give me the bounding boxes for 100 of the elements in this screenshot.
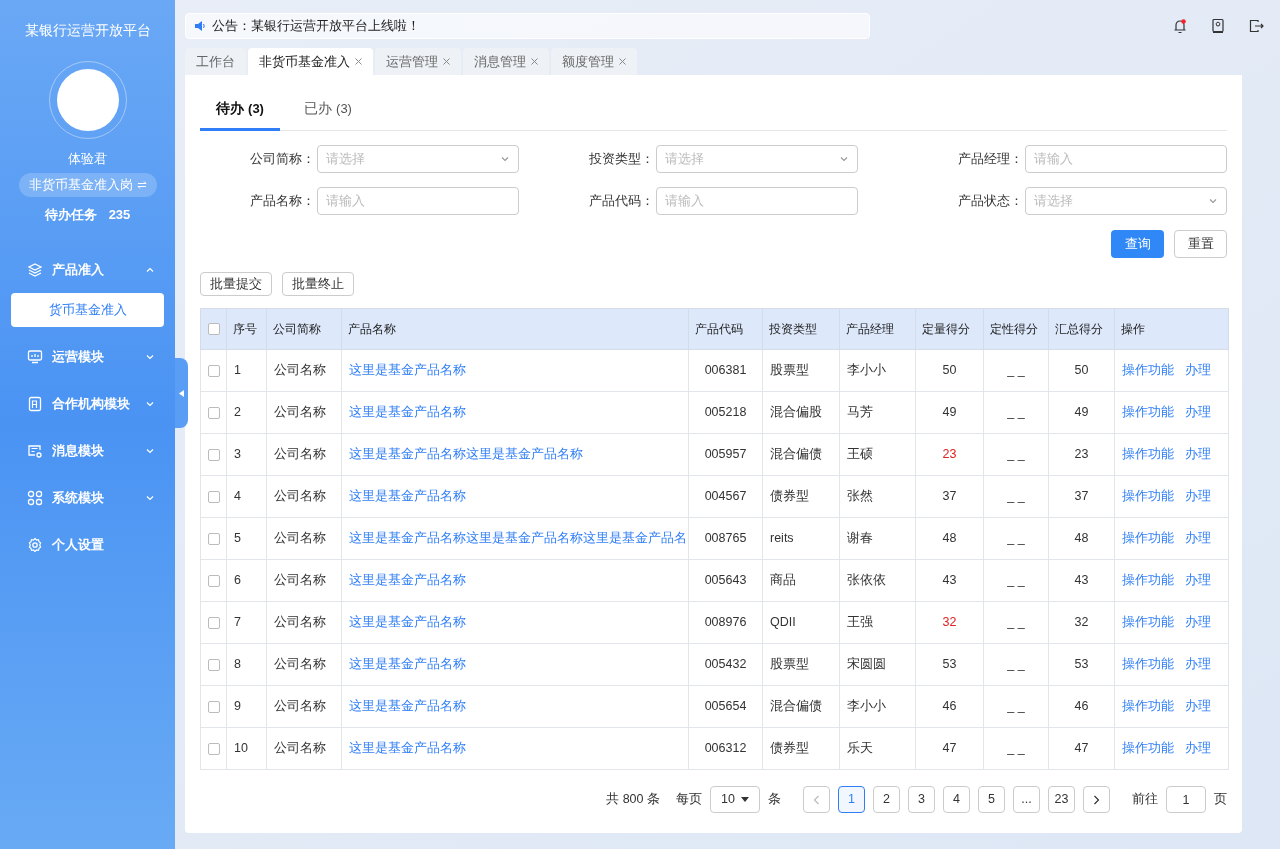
menu-item[interactable]: 个人设置 xyxy=(0,521,175,568)
role-pill[interactable]: 非货币基金准入岗 xyxy=(18,172,157,197)
action-link[interactable]: 办理 xyxy=(1185,741,1211,756)
action-link[interactable]: 操作功能 xyxy=(1122,657,1174,672)
table-cell: _ _ xyxy=(1007,741,1025,756)
input-field[interactable]: 请输入 xyxy=(656,187,858,215)
batch-button[interactable]: 批量终止 xyxy=(282,272,354,296)
menu-item[interactable]: 合作机构模块 xyxy=(0,380,175,427)
page-button[interactable]: 23 xyxy=(1048,786,1075,813)
checkbox[interactable] xyxy=(207,658,220,671)
tab[interactable]: 额度管理 xyxy=(551,48,637,75)
page-button[interactable]: 5 xyxy=(978,786,1005,813)
menu-item[interactable]: 产品准入 xyxy=(0,246,175,293)
checkbox[interactable] xyxy=(207,574,220,587)
menu-item[interactable]: 系统模块 xyxy=(0,474,175,521)
action-link[interactable]: 办理 xyxy=(1185,573,1211,588)
tab[interactable]: 运营管理 xyxy=(375,48,461,75)
page-button[interactable]: ... xyxy=(1013,786,1040,813)
table-cell: 006312 xyxy=(704,741,747,756)
next-page-button[interactable] xyxy=(1083,786,1110,813)
table-cell: 005218 xyxy=(704,405,747,420)
action-link[interactable]: 办理 xyxy=(1185,615,1211,630)
logout-icon[interactable] xyxy=(1248,18,1264,34)
table-cell: 公司名称 xyxy=(274,363,326,378)
product-link[interactable]: 这里是基金产品名称 xyxy=(349,405,466,420)
table-cell: 公司名称 xyxy=(274,741,326,756)
action-link[interactable]: 操作功能 xyxy=(1122,405,1174,420)
action-link[interactable]: 操作功能 xyxy=(1122,447,1174,462)
table-cell: 008976 xyxy=(704,615,747,630)
action-link[interactable]: 操作功能 xyxy=(1122,699,1174,714)
product-link[interactable]: 这里是基金产品名称 xyxy=(349,699,466,714)
table-cell: 马芳 xyxy=(847,405,873,420)
table-cell: 宋圆圆 xyxy=(847,657,886,672)
page-button[interactable]: 2 xyxy=(873,786,900,813)
page-button[interactable]: 3 xyxy=(908,786,935,813)
field-label: 产品经理： xyxy=(958,150,1023,168)
subtab[interactable]: 已办 (3) xyxy=(288,89,368,131)
checkbox[interactable] xyxy=(207,742,220,755)
page-button[interactable]: 1 xyxy=(838,786,865,813)
bell-icon[interactable] xyxy=(1172,18,1188,34)
batch-button[interactable]: 批量提交 xyxy=(200,272,272,296)
table-cell: 53 xyxy=(1074,657,1089,672)
product-link[interactable]: 这里是基金产品名称 xyxy=(349,489,466,504)
action-link[interactable]: 操作功能 xyxy=(1122,531,1174,546)
action-link[interactable]: 办理 xyxy=(1185,531,1211,546)
checkbox[interactable] xyxy=(207,448,220,461)
checkbox[interactable] xyxy=(207,616,220,629)
product-link[interactable]: 这里是基金产品名称 xyxy=(349,657,466,672)
action-link[interactable]: 办理 xyxy=(1185,447,1211,462)
table-cell: 公司名称 xyxy=(274,531,326,546)
close-icon[interactable] xyxy=(355,58,362,65)
reset-button[interactable]: 重置 xyxy=(1174,230,1227,258)
checkbox[interactable] xyxy=(207,490,220,503)
action-link[interactable]: 操作功能 xyxy=(1122,489,1174,504)
action-link[interactable]: 办理 xyxy=(1185,657,1211,672)
query-button[interactable]: 查询 xyxy=(1111,230,1164,258)
close-icon[interactable] xyxy=(531,58,538,65)
table-cell: 1 xyxy=(234,363,241,378)
action-link[interactable]: 办理 xyxy=(1185,489,1211,504)
table-cell: 公司名称 xyxy=(274,657,326,672)
table-cell: 公司名称 xyxy=(274,447,326,462)
page-size-select[interactable]: 10 xyxy=(710,786,760,813)
close-icon[interactable] xyxy=(443,58,450,65)
book-icon[interactable] xyxy=(1210,18,1226,34)
submenu-item[interactable]: 货币基金准入 xyxy=(11,293,164,327)
product-link[interactable]: 这里是基金产品名称 xyxy=(349,741,466,756)
collapse-handle[interactable] xyxy=(175,358,188,428)
per-page-label: 每页 xyxy=(676,791,702,809)
table-cell: _ _ xyxy=(1007,447,1025,462)
checkbox[interactable] xyxy=(207,323,220,336)
product-link[interactable]: 这里是基金产品名称 xyxy=(349,573,466,588)
action-link[interactable]: 操作功能 xyxy=(1122,615,1174,630)
close-icon[interactable] xyxy=(619,58,626,65)
column-header: 公司简称 xyxy=(273,322,321,336)
page-input[interactable]: 1 xyxy=(1166,786,1206,813)
message-icon xyxy=(27,442,43,459)
tab[interactable]: 消息管理 xyxy=(463,48,549,75)
subtab[interactable]: 待办 (3) xyxy=(200,89,280,131)
action-link[interactable]: 操作功能 xyxy=(1122,573,1174,588)
product-link[interactable]: 这里是基金产品名称 xyxy=(349,363,466,378)
tab[interactable]: 工作台 xyxy=(185,48,246,75)
checkbox[interactable] xyxy=(207,364,220,377)
checkbox[interactable] xyxy=(207,700,220,713)
action-link[interactable]: 操作功能 xyxy=(1122,741,1174,756)
table-cell: 008765 xyxy=(704,531,747,546)
product-link[interactable]: 这里是基金产品名称 xyxy=(349,615,466,630)
menu-item[interactable]: 运营模块 xyxy=(0,333,175,380)
action-link[interactable]: 办理 xyxy=(1185,405,1211,420)
column-header: 定性得分 xyxy=(990,322,1038,336)
action-link[interactable]: 操作功能 xyxy=(1122,363,1174,378)
action-link[interactable]: 办理 xyxy=(1185,363,1211,378)
action-link[interactable]: 办理 xyxy=(1185,699,1211,714)
tab[interactable]: 非货币基金准入 xyxy=(248,48,373,75)
checkbox[interactable] xyxy=(207,532,220,545)
page-button[interactable]: 4 xyxy=(943,786,970,813)
menu-item[interactable]: 消息模块 xyxy=(0,427,175,474)
input-field[interactable]: 请输入 xyxy=(1025,145,1227,173)
checkbox[interactable] xyxy=(207,406,220,419)
input-field[interactable]: 请输入 xyxy=(317,187,519,215)
table-cell: 股票型 xyxy=(770,657,809,672)
